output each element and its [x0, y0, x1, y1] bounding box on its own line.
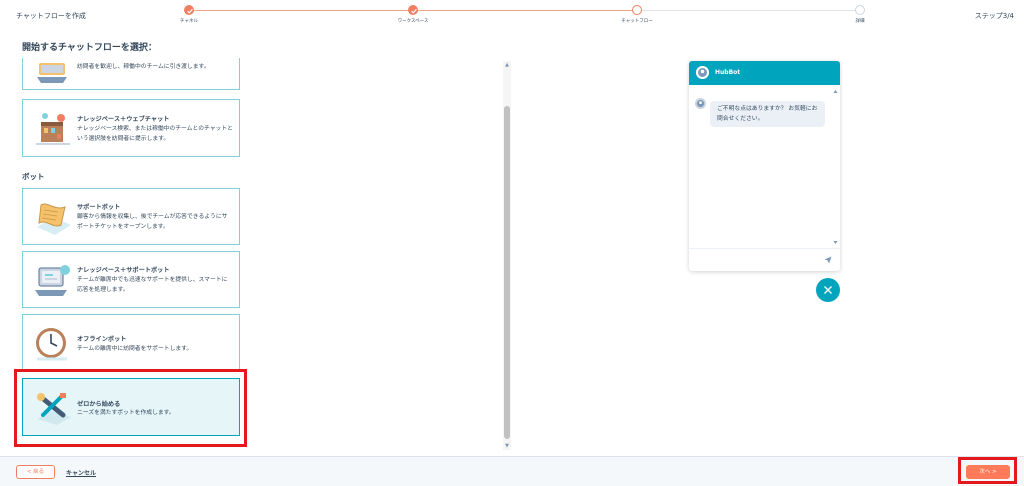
chat-scrollbar[interactable] — [833, 89, 838, 245]
card-description: チームの離席中に訪問者をサポートします。 — [77, 346, 193, 352]
scroll-thumb[interactable] — [504, 106, 510, 439]
knowledge-support-illustration-icon — [35, 264, 70, 296]
greeting-illustration-icon — [37, 63, 67, 83]
progress-line-remaining — [637, 10, 860, 11]
template-card-knowledge-support-bot[interactable]: ナレッジベース＋サポートボット チームが離席中でも迅速なサポートを提供し、スマー… — [22, 251, 240, 308]
template-card-offline-bot[interactable]: オフラインボット チームの離席中に訪問者をサポートします。 — [22, 314, 240, 371]
step-details: 詳細 — [830, 5, 890, 24]
top-bar: チャットフローを作成 チャネル ワークスペース チャットフロー 詳細 ステップ3… — [0, 0, 1024, 32]
card-description: チームが離席中でも迅速なサポートを提供し、スマートに応答を処理します。 — [77, 277, 228, 293]
card-title: ナレッジベース＋サポートボット — [77, 267, 170, 274]
step-counter: ステップ3/4 — [974, 12, 1014, 20]
footer-bar: < 戻る キャンセル 次へ > — [0, 456, 1024, 486]
section-label-bots: ボット — [22, 172, 45, 181]
page-title: チャットフローを作成 — [16, 12, 86, 20]
card-description: ナレッジベース検索、または稼働中のチームとのチャットという選択肢を訪問者に提示し… — [77, 126, 233, 142]
step-chatflow: チャットフロー — [607, 5, 667, 24]
scroll-down-icon[interactable]: ▼ — [504, 443, 510, 449]
highlight-box-selected-card — [14, 369, 247, 447]
step-channel: チャネル — [159, 5, 219, 24]
card-description: 訪問者を歓迎し、稼働中のチームに引き渡します。 — [77, 64, 210, 70]
chat-message-bubble: ご不明な点はありますか？ お気軽にお問合せください。 — [710, 101, 825, 127]
chat-input-area[interactable] — [689, 248, 840, 271]
step-label: 詳細 — [855, 19, 865, 24]
step-workspace: ワークスペース — [383, 5, 443, 24]
step-current-dot — [632, 5, 642, 15]
knowledge-webchat-illustration-icon — [36, 113, 70, 145]
chat-body: ご不明な点はありますか？ お気軽にお問合せください。 — [689, 85, 840, 248]
send-icon[interactable] — [824, 256, 832, 264]
template-card-knowledge-webchat[interactable]: ナレッジベース＋ウェブチャット ナレッジベース検索、または稼働中のチームとのチャ… — [22, 99, 240, 157]
template-card-support-bot[interactable]: サポートボット 顧客から情報を収集し、後でチームが応答できるようにサポートチケッ… — [22, 188, 240, 245]
step-check-icon — [184, 5, 194, 15]
bot-name: HubBot — [715, 69, 741, 76]
close-icon — [824, 286, 832, 294]
card-title: サポートボット — [77, 204, 121, 211]
template-card-greeting[interactable]: 訪問者を歓迎し、稼働中のチームに引き渡します。 — [22, 58, 240, 90]
step-label: チャットフロー — [621, 19, 653, 24]
card-description: 顧客から情報を収集し、後でチームが応答できるようにサポートチケットをオープンしま… — [77, 214, 228, 230]
back-button[interactable]: < 戻る — [16, 465, 55, 479]
support-bot-illustration-icon — [37, 203, 71, 235]
step-check-icon — [408, 5, 418, 15]
step-pending-dot — [855, 5, 865, 15]
chat-header: HubBot — [689, 61, 840, 85]
bot-avatar-small-icon — [695, 98, 706, 109]
cancel-link[interactable]: キャンセル — [66, 468, 96, 477]
chat-widget-preview: HubBot ご不明な点はありますか？ お気軽にお問合せください。 — [689, 61, 840, 271]
highlight-box-next-button — [958, 457, 1017, 484]
scroll-up-icon[interactable]: ▲ — [504, 62, 510, 68]
offline-bot-illustration-icon — [36, 327, 67, 360]
step-label: ワークスペース — [397, 19, 429, 24]
card-title: オフラインボット — [77, 336, 127, 343]
step-label: チャネル — [180, 19, 198, 24]
list-scrollbar[interactable]: ▲ ▼ — [503, 61, 511, 450]
card-title: ナレッジベース＋ウェブチャット — [77, 116, 170, 123]
section-heading: 開始するチャットフローを選択： — [22, 43, 157, 53]
bot-avatar-icon — [696, 66, 709, 79]
chat-launcher-button[interactable] — [816, 278, 840, 302]
